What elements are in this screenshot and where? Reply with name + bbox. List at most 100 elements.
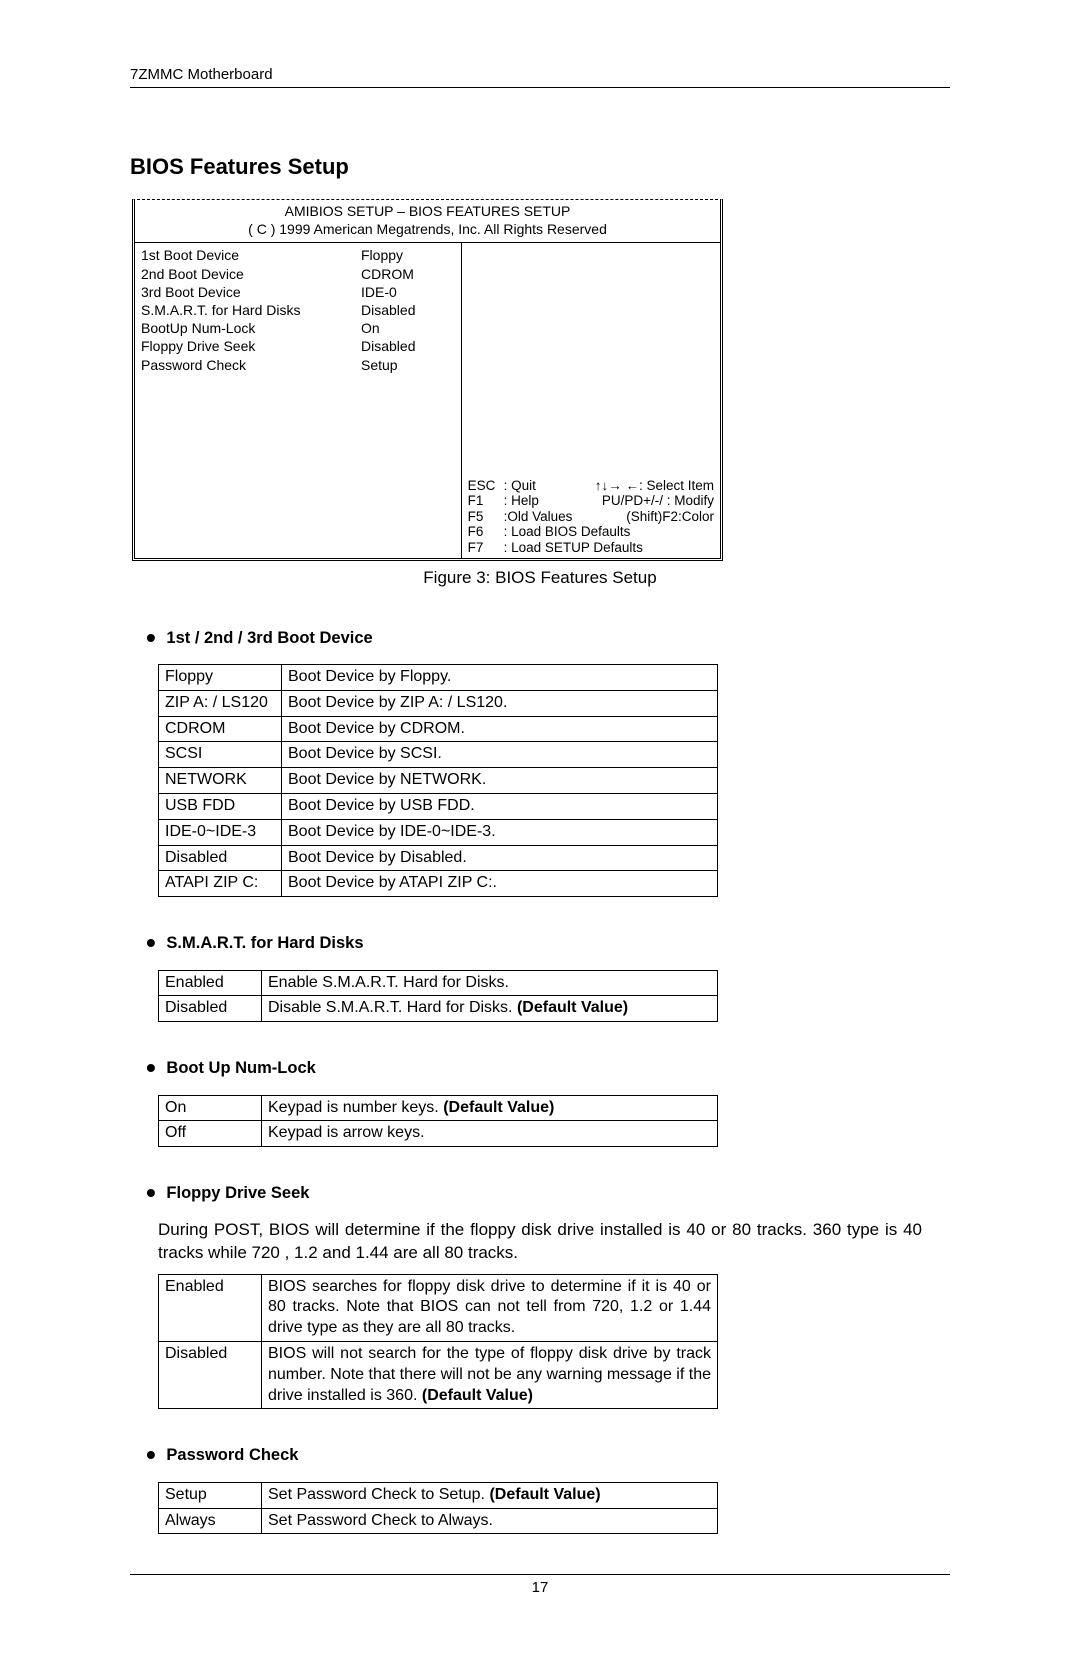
bios-setting-value: On — [361, 319, 380, 337]
boot-device-table: FloppyBoot Device by Floppy.ZIP A: / LS1… — [158, 664, 718, 897]
bios-hint-c2: : Load BIOS Defaults — [504, 524, 714, 540]
bullet-icon: • — [146, 1052, 156, 1083]
table-value: Set Password Check to Always. — [262, 1508, 718, 1534]
bios-hint-c1: F5 — [468, 509, 504, 525]
table-key: Enabled — [159, 1274, 262, 1341]
bios-setting-row: Password CheckSetup — [141, 356, 455, 374]
bios-setting-row: 3rd Boot DeviceIDE-0 — [141, 283, 455, 301]
figure-caption: Figure 3: BIOS Features Setup — [130, 567, 950, 589]
page-number: 17 — [130, 1574, 950, 1598]
bios-hint-row: F7: Load SETUP Defaults — [468, 540, 714, 556]
table-key: Always — [159, 1508, 262, 1534]
table-row: CDROMBoot Device by CDROM. — [159, 716, 718, 742]
table-key: Enabled — [159, 970, 262, 996]
bullet-icon: • — [146, 622, 156, 653]
table-value: Boot Device by IDE-0~IDE-3. — [282, 819, 718, 845]
table-row: FloppyBoot Device by Floppy. — [159, 664, 718, 690]
bullet-icon: • — [146, 1177, 156, 1208]
table-key: Disabled — [159, 1342, 262, 1409]
bios-setting-row: S.M.A.R.T. for Hard DisksDisabled — [141, 301, 455, 319]
bios-setting-key: S.M.A.R.T. for Hard Disks — [141, 301, 361, 319]
table-row: EnabledBIOS searches for floppy disk dri… — [159, 1274, 718, 1341]
bios-setting-value: Disabled — [361, 337, 415, 355]
table-row: ZIP A: / LS120Boot Device by ZIP A: / LS… — [159, 690, 718, 716]
table-row: OffKeypad is arrow keys. — [159, 1121, 718, 1147]
table-key: Off — [159, 1121, 262, 1147]
table-value: Set Password Check to Setup. (Default Va… — [262, 1482, 718, 1508]
table-key: SCSI — [159, 742, 282, 768]
bios-setting-value: CDROM — [361, 265, 414, 283]
bios-hint-row: F5:Old Values(Shift)F2:Color — [468, 509, 714, 525]
bios-title-2: ( C ) 1999 American Megatrends, Inc. All… — [135, 220, 720, 238]
bios-hint-c1: F7 — [468, 540, 504, 556]
numlock-table: OnKeypad is number keys. (Default Value)… — [158, 1095, 718, 1148]
heading-boot-device: • 1st / 2nd / 3rd Boot Device — [146, 620, 950, 656]
table-key: Setup — [159, 1482, 262, 1508]
heading-smart: • S.M.A.R.T. for Hard Disks — [146, 925, 950, 961]
table-row: EnabledEnable S.M.A.R.T. Hard for Disks. — [159, 970, 718, 996]
bios-hint-c1: F6 — [468, 524, 504, 540]
table-value: Boot Device by Disabled. — [282, 845, 718, 871]
smart-table: EnabledEnable S.M.A.R.T. Hard for Disks.… — [158, 970, 718, 1023]
bios-hint-row: F1: HelpPU/PD+/-/ : Modify — [468, 493, 714, 509]
table-key: Disabled — [159, 845, 282, 871]
table-value: Keypad is number keys. (Default Value) — [262, 1095, 718, 1121]
bios-setting-key: 3rd Boot Device — [141, 283, 361, 301]
table-row: SCSIBoot Device by SCSI. — [159, 742, 718, 768]
bios-hint-c2: : Help — [504, 493, 602, 509]
table-value: BIOS will not search for the type of flo… — [262, 1342, 718, 1409]
bios-hint-c1: F1 — [468, 493, 504, 509]
bios-setting-row: BootUp Num-LockOn — [141, 319, 455, 337]
table-value: Boot Device by NETWORK. — [282, 768, 718, 794]
table-value: Boot Device by CDROM. — [282, 716, 718, 742]
bios-setting-row: Floppy Drive SeekDisabled — [141, 337, 455, 355]
table-key: Disabled — [159, 996, 262, 1022]
floppy-table: EnabledBIOS searches for floppy disk dri… — [158, 1274, 718, 1410]
table-value: Boot Device by ZIP A: / LS120. — [282, 690, 718, 716]
table-key: ATAPI ZIP C: — [159, 871, 282, 897]
bios-title-1: AMIBIOS SETUP – BIOS FEATURES SETUP — [135, 202, 720, 220]
table-value: BIOS searches for floppy disk drive to d… — [262, 1274, 718, 1341]
bios-setting-value: IDE-0 — [361, 283, 397, 301]
bios-hint-c2: : Quit — [504, 478, 595, 494]
default-value-label: (Default Value) — [489, 1486, 600, 1503]
bullet-icon: • — [146, 1439, 156, 1470]
bios-hint-c3: ↑↓→ ←: Select Item — [595, 478, 714, 494]
bios-setting-row: 1st Boot DeviceFloppy — [141, 246, 455, 264]
bios-hint-c1: ESC — [468, 478, 504, 494]
section-title: BIOS Features Setup — [130, 153, 950, 182]
bios-setup-panel: AMIBIOS SETUP – BIOS FEATURES SETUP ( C … — [132, 199, 723, 561]
bios-setting-key: BootUp Num-Lock — [141, 319, 361, 337]
bios-setting-row: 2nd Boot DeviceCDROM — [141, 265, 455, 283]
table-key: NETWORK — [159, 768, 282, 794]
table-value: Boot Device by USB FDD. — [282, 793, 718, 819]
table-row: DisabledBoot Device by Disabled. — [159, 845, 718, 871]
floppy-desc: During POST, BIOS will determine if the … — [158, 1219, 922, 1263]
default-value-label: (Default Value) — [517, 999, 628, 1016]
bios-setting-key: Password Check — [141, 356, 361, 374]
table-value: Boot Device by SCSI. — [282, 742, 718, 768]
table-row: NETWORKBoot Device by NETWORK. — [159, 768, 718, 794]
table-row: DisabledBIOS will not search for the typ… — [159, 1342, 718, 1409]
table-key: USB FDD — [159, 793, 282, 819]
heading-numlock: • Boot Up Num-Lock — [146, 1050, 950, 1086]
bios-hint-row: F6: Load BIOS Defaults — [468, 524, 714, 540]
bios-setting-value: Floppy — [361, 246, 403, 264]
bios-setting-value: Setup — [361, 356, 398, 374]
heading-boot-device-label: 1st / 2nd / 3rd Boot Device — [166, 629, 372, 647]
table-row: SetupSet Password Check to Setup. (Defau… — [159, 1482, 718, 1508]
bios-right-column: ESC: Quit↑↓→ ←: Select ItemF1: HelpPU/PD… — [462, 243, 720, 558]
bios-hint-c2: :Old Values — [504, 509, 627, 525]
table-row: IDE-0~IDE-3Boot Device by IDE-0~IDE-3. — [159, 819, 718, 845]
bios-setting-key: 1st Boot Device — [141, 246, 361, 264]
heading-password-label: Password Check — [166, 1446, 298, 1464]
table-row: DisabledDisable S.M.A.R.T. Hard for Disk… — [159, 996, 718, 1022]
bios-left-column: 1st Boot DeviceFloppy2nd Boot DeviceCDRO… — [135, 243, 462, 558]
bios-key-hints: ESC: Quit↑↓→ ←: Select ItemF1: HelpPU/PD… — [468, 478, 714, 556]
bios-setting-key: 2nd Boot Device — [141, 265, 361, 283]
bios-hint-c3: PU/PD+/-/ : Modify — [602, 493, 714, 509]
table-key: CDROM — [159, 716, 282, 742]
heading-floppy-seek-label: Floppy Drive Seek — [166, 1184, 309, 1202]
default-value-label: (Default Value) — [422, 1387, 533, 1404]
table-key: IDE-0~IDE-3 — [159, 819, 282, 845]
